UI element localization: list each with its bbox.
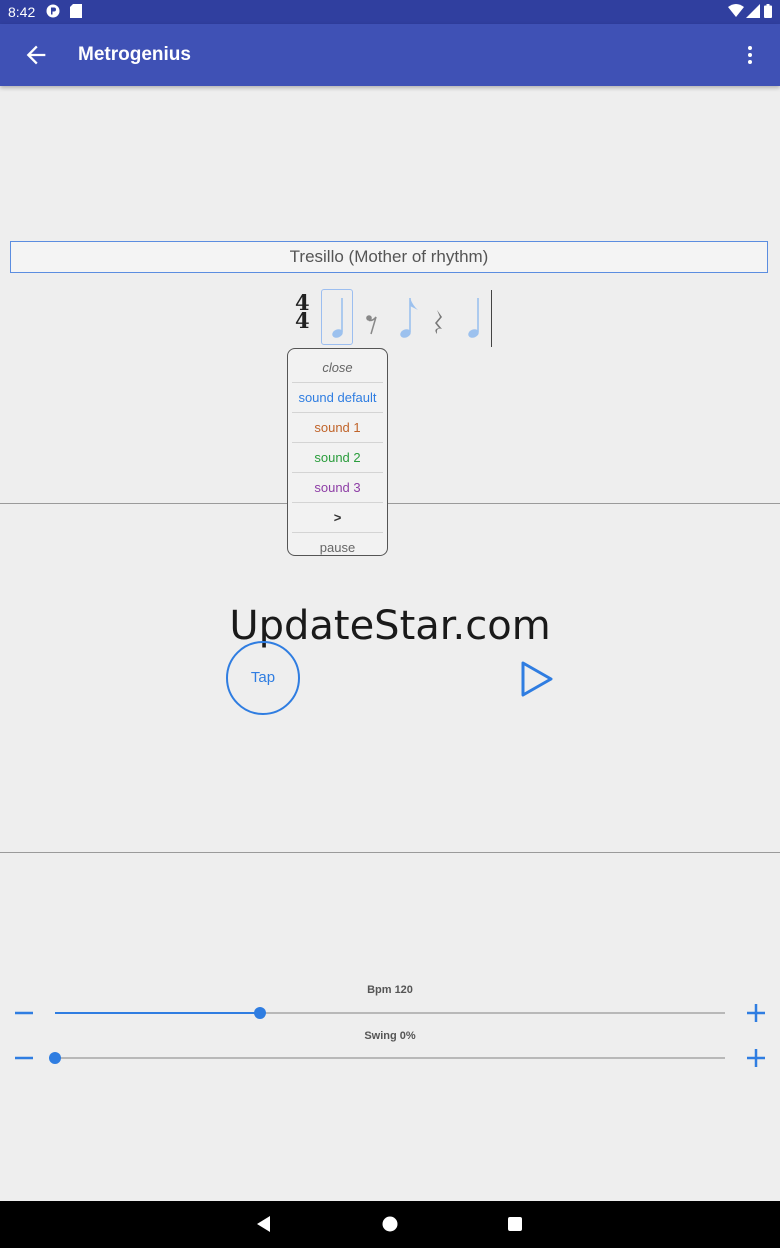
quarter-note-icon[interactable] bbox=[328, 296, 348, 342]
app-bar: Metrogenius bbox=[0, 24, 780, 86]
bpm-slider[interactable] bbox=[55, 1007, 725, 1019]
time-signature-bottom: 4 bbox=[295, 308, 310, 333]
bpm-slider-fill bbox=[55, 1012, 261, 1014]
bpm-increase-icon[interactable] bbox=[745, 1002, 767, 1024]
menu-item-close[interactable]: close bbox=[292, 353, 383, 383]
swing-increase-icon[interactable] bbox=[745, 1047, 767, 1069]
eighth-rest-icon[interactable] bbox=[365, 314, 379, 336]
rhythm-name-field[interactable]: Tresillo (Mother of rhythm) bbox=[10, 241, 768, 273]
system-nav-bar bbox=[0, 1201, 780, 1248]
bar-line bbox=[491, 290, 492, 347]
rhythm-notation: 4 4 bbox=[290, 288, 500, 350]
watermark: UpdateStar.com bbox=[229, 603, 551, 649]
swing-slider-thumb[interactable] bbox=[49, 1052, 61, 1064]
menu-item-sound-1[interactable]: sound 1 bbox=[292, 413, 383, 443]
app-notification-icon bbox=[46, 4, 60, 18]
status-time: 8:42 bbox=[8, 4, 36, 20]
back-arrow-icon[interactable] bbox=[22, 41, 50, 69]
bpm-decrease-icon[interactable] bbox=[13, 1002, 35, 1024]
menu-item-accent[interactable]: > bbox=[292, 503, 383, 533]
menu-item-sound-default[interactable]: sound default bbox=[292, 383, 383, 413]
status-bar: 8:42 bbox=[0, 0, 780, 24]
signal-icon bbox=[746, 4, 760, 18]
play-icon[interactable] bbox=[520, 660, 554, 698]
nav-home-icon[interactable] bbox=[380, 1214, 400, 1234]
bpm-label: Bpm 120 bbox=[367, 984, 413, 996]
nav-recents-icon[interactable] bbox=[505, 1214, 525, 1234]
sd-card-icon bbox=[70, 4, 82, 18]
more-options-icon[interactable] bbox=[738, 43, 762, 67]
bpm-slider-thumb[interactable] bbox=[254, 1007, 267, 1019]
swing-decrease-icon[interactable] bbox=[13, 1047, 35, 1069]
time-signature: 4 4 bbox=[295, 292, 310, 333]
section-divider bbox=[0, 852, 780, 853]
quarter-note-icon[interactable] bbox=[464, 296, 484, 342]
eighth-note-icon[interactable] bbox=[396, 296, 420, 342]
battery-icon bbox=[764, 4, 772, 18]
tap-tempo-button[interactable]: Tap bbox=[226, 641, 300, 715]
menu-item-sound-3[interactable]: sound 3 bbox=[292, 473, 383, 503]
menu-item-pause[interactable]: pause bbox=[292, 533, 383, 562]
app-title: Metrogenius bbox=[78, 44, 191, 65]
nav-back-icon[interactable] bbox=[254, 1214, 274, 1234]
section-divider bbox=[0, 503, 780, 504]
quarter-rest-icon[interactable] bbox=[432, 308, 446, 338]
wifi-icon bbox=[728, 4, 744, 17]
menu-item-sound-2[interactable]: sound 2 bbox=[292, 443, 383, 473]
swing-slider[interactable] bbox=[49, 1052, 725, 1064]
sound-menu-popup: close sound default sound 1 sound 2 soun… bbox=[287, 348, 388, 556]
swing-label: Swing 0% bbox=[364, 1030, 416, 1042]
